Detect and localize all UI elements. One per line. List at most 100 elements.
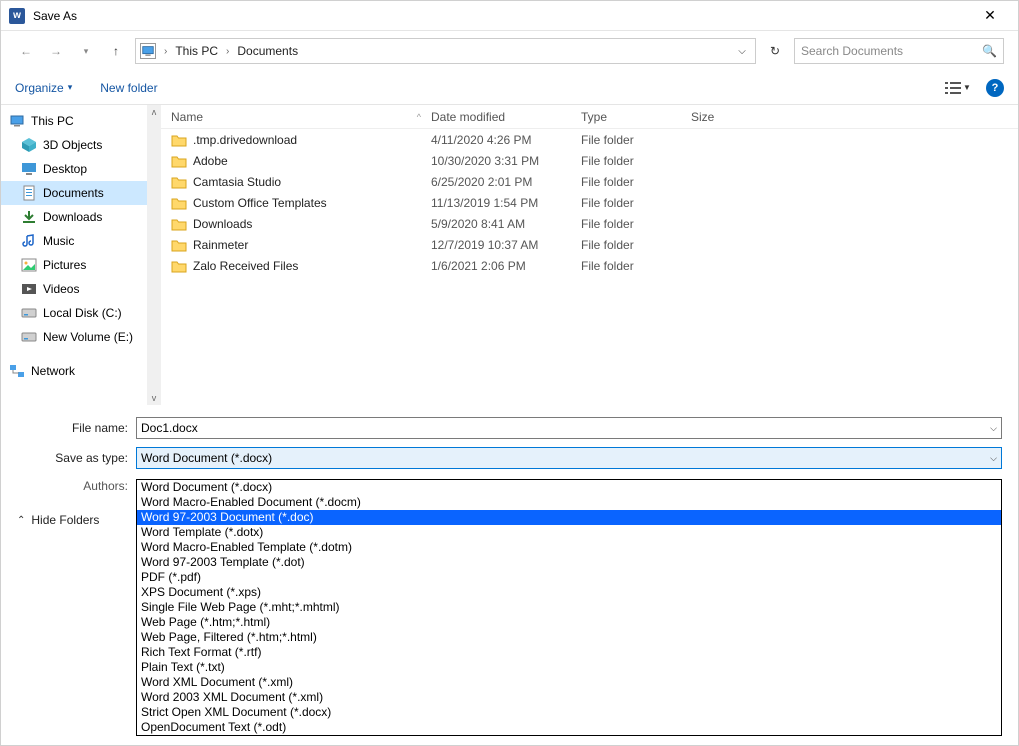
- chevron-down-icon[interactable]: ⌵: [990, 453, 997, 464]
- saveastype-option[interactable]: Rich Text Format (*.rtf): [137, 645, 1001, 660]
- chevron-right-icon[interactable]: ›: [162, 46, 169, 57]
- saveastype-option[interactable]: PDF (*.pdf): [137, 570, 1001, 585]
- sidebar-item[interactable]: Downloads: [1, 205, 147, 229]
- saveastype-option[interactable]: XPS Document (*.xps): [137, 585, 1001, 600]
- saveastype-option[interactable]: Plain Text (*.txt): [137, 660, 1001, 675]
- file-date: 6/25/2020 2:01 PM: [421, 175, 571, 189]
- sidebar-item[interactable]: Local Disk (C:): [1, 301, 147, 325]
- sidebar: This PC 3D Objects Desktop Documents Downloa…: [1, 105, 161, 405]
- saveastype-option[interactable]: Word Macro-Enabled Template (*.dotm): [137, 540, 1001, 555]
- col-size[interactable]: Size: [681, 110, 761, 124]
- authors-label: Authors:: [1, 479, 136, 493]
- sidebar-item[interactable]: Pictures: [1, 253, 147, 277]
- view-options-button[interactable]: ▼: [944, 78, 972, 98]
- sidebar-item-label: 3D Objects: [43, 138, 102, 152]
- sidebar-item[interactable]: Documents: [1, 181, 147, 205]
- saveastype-option[interactable]: Word 97-2003 Document (*.doc): [137, 510, 1001, 525]
- file-name: Downloads: [193, 217, 252, 231]
- sidebar-item[interactable]: New Volume (E:): [1, 325, 147, 349]
- table-row[interactable]: Zalo Received Files1/6/2021 2:06 PMFile …: [161, 255, 1018, 276]
- sidebar-item-this-pc[interactable]: This PC: [1, 109, 147, 133]
- sidebar-item-label: Pictures: [43, 258, 86, 272]
- table-row[interactable]: Adobe10/30/2020 3:31 PMFile folder: [161, 150, 1018, 171]
- sidebar-item[interactable]: Videos: [1, 277, 147, 301]
- file-type: File folder: [571, 196, 681, 210]
- sidebar-item[interactable]: Desktop: [1, 157, 147, 181]
- hide-folders-label: Hide Folders: [31, 513, 99, 527]
- scroll-down-arrow[interactable]: v: [152, 391, 157, 405]
- sidebar-scrollbar[interactable]: ʌ v: [147, 105, 161, 405]
- col-name[interactable]: Name: [171, 110, 203, 124]
- new-folder-button[interactable]: New folder: [100, 81, 157, 95]
- search-input[interactable]: Search Documents 🔍: [794, 38, 1004, 64]
- command-row: Organize ▾ New folder ▼ ?: [1, 71, 1018, 105]
- saveastype-option[interactable]: Strict Open XML Document (*.docx): [137, 705, 1001, 720]
- folder-icon: [171, 238, 187, 252]
- main-area: This PC 3D Objects Desktop Documents Downloa…: [1, 105, 1018, 405]
- sidebar-item-label: Documents: [43, 186, 104, 200]
- help-button[interactable]: ?: [986, 79, 1004, 97]
- sidebar-item-network[interactable]: Network: [1, 359, 147, 383]
- forward-button[interactable]: →: [45, 40, 67, 62]
- chevron-right-icon[interactable]: ›: [224, 46, 231, 57]
- file-date: 10/30/2020 3:31 PM: [421, 154, 571, 168]
- close-button[interactable]: ✕: [970, 7, 1010, 24]
- folder-icon: [171, 217, 187, 231]
- file-type: File folder: [571, 238, 681, 252]
- file-date: 1/6/2021 2:06 PM: [421, 259, 571, 273]
- recent-dropdown-icon[interactable]: ▾: [75, 40, 97, 62]
- sidebar-item[interactable]: Music: [1, 229, 147, 253]
- sidebar-item[interactable]: 3D Objects: [1, 133, 147, 157]
- folder-icon: [171, 133, 187, 147]
- search-placeholder: Search Documents: [801, 44, 982, 58]
- saveastype-field[interactable]: Word Document (*.docx) ⌵: [136, 447, 1002, 469]
- saveastype-option[interactable]: OpenDocument Text (*.odt): [137, 720, 1001, 735]
- breadcrumb-bar[interactable]: › This PC › Documents ⌵: [135, 38, 756, 64]
- file-date: 12/7/2019 10:37 AM: [421, 238, 571, 252]
- saveastype-option[interactable]: Web Page (*.htm;*.html): [137, 615, 1001, 630]
- filename-field[interactable]: Doc1.docx ⌵: [136, 417, 1002, 439]
- up-button[interactable]: ↑: [105, 40, 127, 62]
- saveastype-option[interactable]: Single File Web Page (*.mht;*.mhtml): [137, 600, 1001, 615]
- table-row[interactable]: Custom Office Templates11/13/2019 1:54 P…: [161, 192, 1018, 213]
- organize-menu[interactable]: Organize ▾: [15, 81, 72, 95]
- breadcrumb-dropdown-icon[interactable]: ⌵: [733, 46, 751, 57]
- filename-value: Doc1.docx: [141, 421, 198, 435]
- file-name: .tmp.drivedownload: [193, 133, 297, 147]
- saveastype-option[interactable]: Word 2003 XML Document (*.xml): [137, 690, 1001, 705]
- table-row[interactable]: Downloads5/9/2020 8:41 AMFile folder: [161, 213, 1018, 234]
- saveastype-dropdown[interactable]: Word Document (*.docx)Word Macro-Enabled…: [136, 479, 1002, 736]
- search-icon[interactable]: 🔍: [982, 44, 997, 58]
- hide-folders-toggle[interactable]: ⌃ Hide Folders: [17, 513, 99, 527]
- file-type: File folder: [571, 154, 681, 168]
- file-date: 4/11/2020 4:26 PM: [421, 133, 571, 147]
- table-row[interactable]: Camtasia Studio6/25/2020 2:01 PMFile fol…: [161, 171, 1018, 192]
- table-row[interactable]: .tmp.drivedownload4/11/2020 4:26 PMFile …: [161, 129, 1018, 150]
- sidebar-item-label: Downloads: [43, 210, 102, 224]
- organize-label: Organize: [15, 81, 64, 95]
- col-type[interactable]: Type: [571, 110, 681, 124]
- column-headers[interactable]: Name^ Date modified Type Size: [161, 105, 1018, 129]
- saveastype-option[interactable]: Word Document (*.docx): [137, 480, 1001, 495]
- pc-icon: [140, 43, 156, 59]
- refresh-button[interactable]: ↻: [764, 40, 786, 62]
- item-icon: [21, 209, 37, 225]
- chevron-down-icon[interactable]: ⌵: [990, 423, 997, 434]
- back-button[interactable]: ←: [15, 40, 37, 62]
- saveastype-option[interactable]: Word 97-2003 Template (*.dot): [137, 555, 1001, 570]
- filename-label: File name:: [1, 421, 136, 435]
- table-row[interactable]: Rainmeter12/7/2019 10:37 AMFile folder: [161, 234, 1018, 255]
- col-date[interactable]: Date modified: [421, 110, 571, 124]
- sidebar-item-label: Local Disk (C:): [43, 306, 122, 320]
- file-type: File folder: [571, 175, 681, 189]
- pc-icon: [9, 113, 25, 129]
- saveastype-option[interactable]: Word Template (*.dotx): [137, 525, 1001, 540]
- saveastype-option[interactable]: Web Page, Filtered (*.htm;*.html): [137, 630, 1001, 645]
- folder-icon: [171, 259, 187, 273]
- saveastype-label: Save as type:: [1, 451, 136, 465]
- scroll-up-arrow[interactable]: ʌ: [152, 105, 157, 119]
- breadcrumb-root[interactable]: This PC: [175, 44, 218, 58]
- saveastype-option[interactable]: Word XML Document (*.xml): [137, 675, 1001, 690]
- breadcrumb-current[interactable]: Documents: [237, 44, 298, 58]
- saveastype-option[interactable]: Word Macro-Enabled Document (*.docm): [137, 495, 1001, 510]
